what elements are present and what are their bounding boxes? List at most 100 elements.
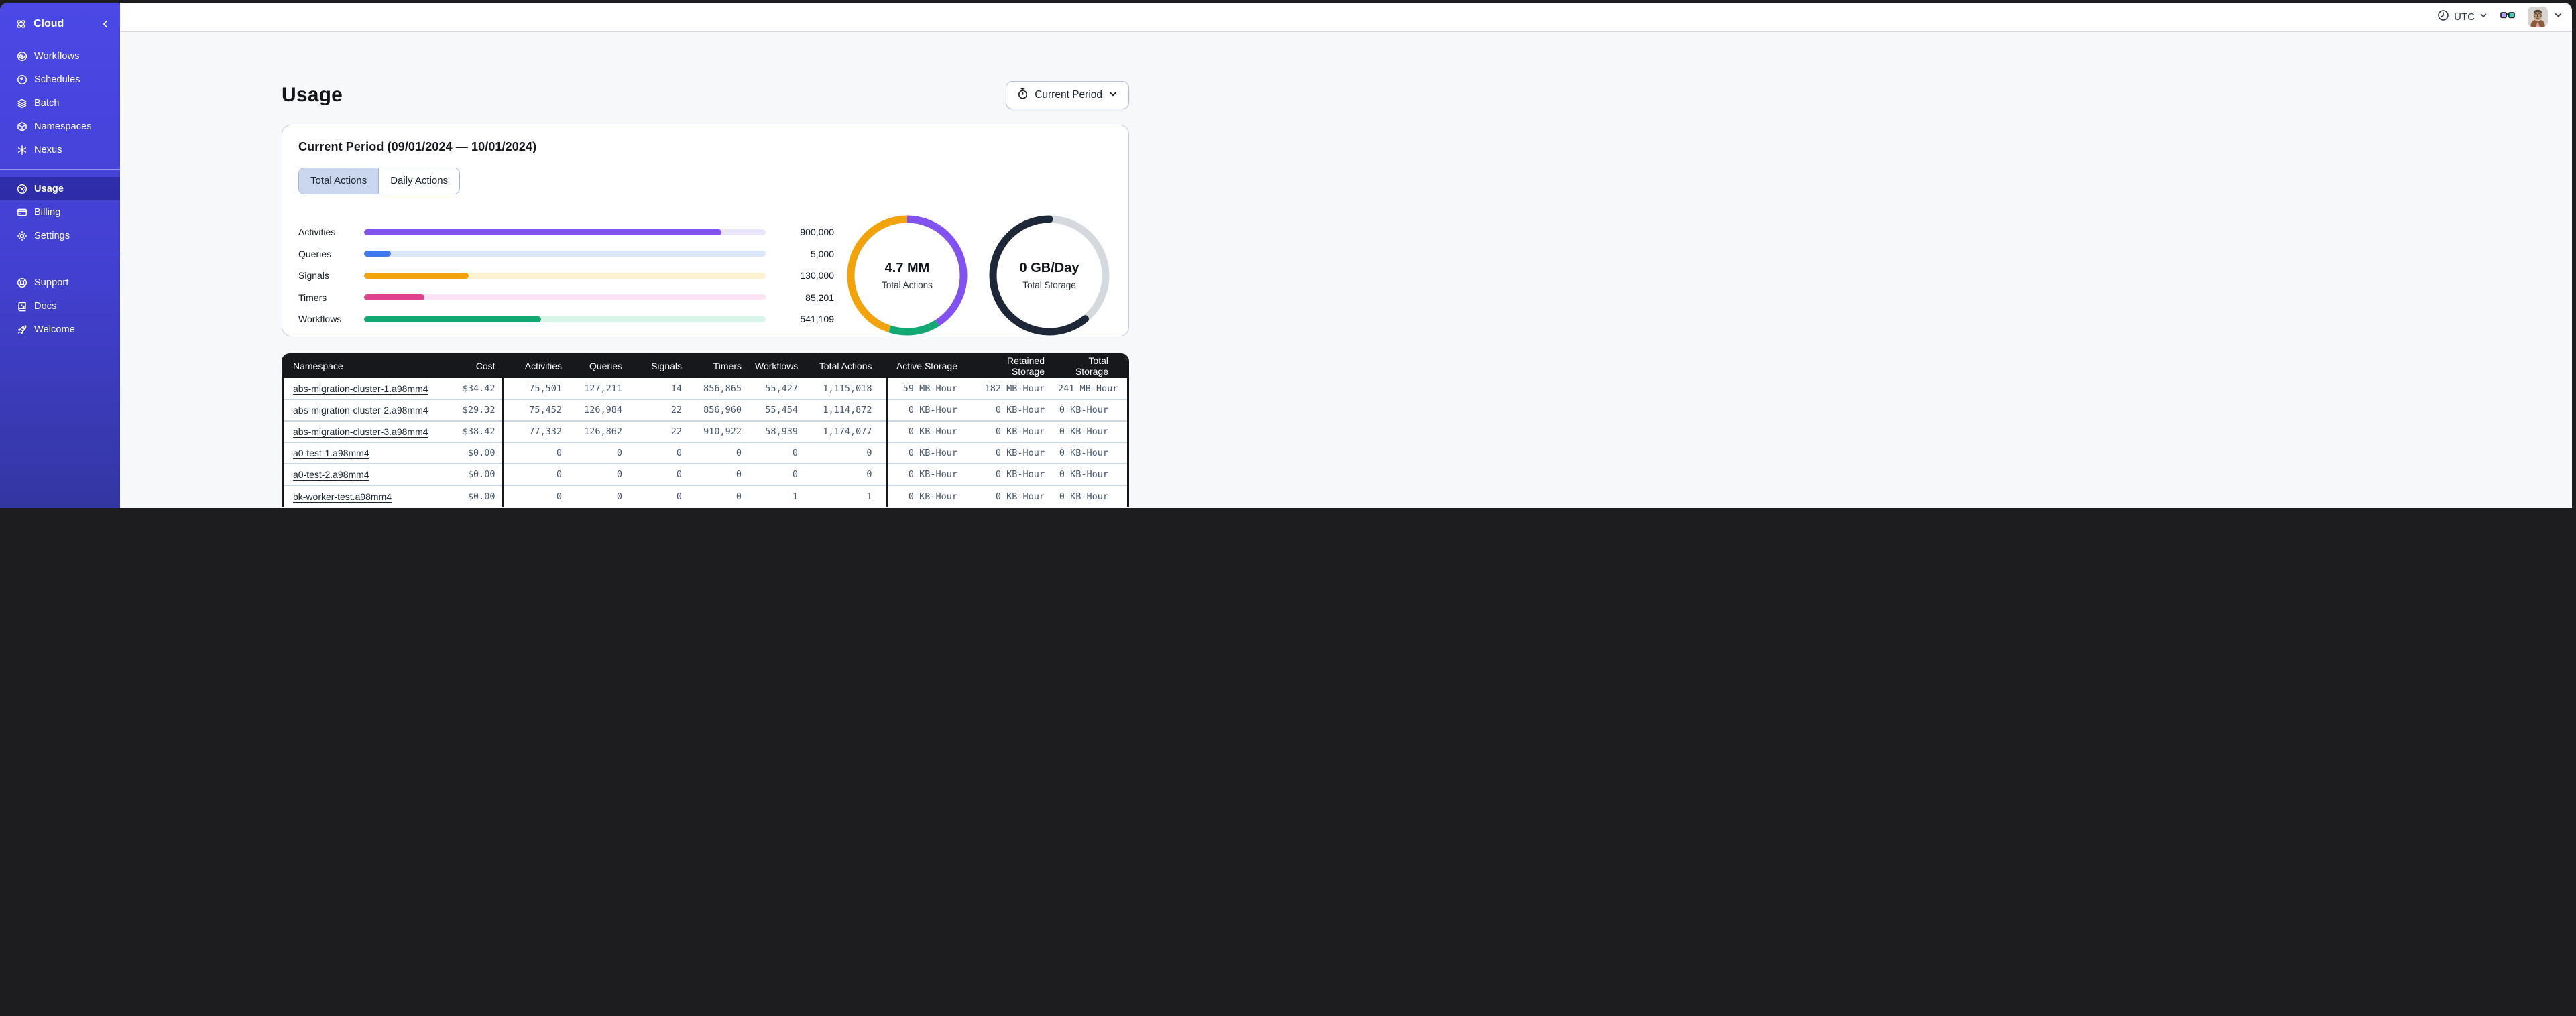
table-cell: $34.42 bbox=[455, 378, 504, 399]
batch-icon bbox=[16, 98, 27, 109]
current-period-card: Current Period (09/01/2024 — 10/01/2024)… bbox=[282, 125, 1129, 336]
collapse-sidebar-icon[interactable] bbox=[99, 19, 111, 29]
sidebar-item-label: Namespaces bbox=[34, 121, 92, 132]
glasses-icon bbox=[2500, 9, 2516, 25]
chart-row: Activities 900,000 Queries 5,000 Signals 130,… bbox=[298, 212, 1112, 339]
table-cell: 0 bbox=[689, 442, 748, 464]
table-cell: 0 KB-Hour bbox=[1051, 442, 1127, 464]
table-row: a0-test-1.a98mm4 $0.00 0 0 0 0 0 0 0 KB-Hour 0 KB… bbox=[284, 442, 1127, 464]
table-cell: 1 bbox=[748, 485, 805, 507]
table-cell: 75,501 bbox=[503, 378, 569, 399]
chevron-down-icon bbox=[1108, 89, 1118, 102]
column-header-active-storage: Active Storage bbox=[886, 353, 965, 378]
table-cell: 241 MB-Hour bbox=[1051, 378, 1127, 399]
feedback-glasses-button[interactable] bbox=[2500, 9, 2516, 25]
table-cell: $29.32 bbox=[455, 399, 504, 421]
table-cell: 0 bbox=[689, 485, 748, 507]
page-head: Usage Current Period bbox=[282, 79, 1129, 111]
sidebar-item-docs[interactable]: Docs bbox=[0, 294, 120, 318]
settings-gear-icon bbox=[16, 231, 27, 241]
table-cell: 0 bbox=[629, 463, 689, 485]
sidebar-item-usage[interactable]: Usage bbox=[0, 177, 120, 200]
schedules-icon bbox=[16, 74, 27, 85]
sidebar-item-batch[interactable]: Batch bbox=[0, 91, 120, 115]
sidebar-account-group: Usage Billing Settings bbox=[0, 169, 120, 255]
table-cell: 22 bbox=[629, 399, 689, 421]
timezone-selector[interactable]: UTC bbox=[2437, 9, 2487, 25]
topbar: UTC bbox=[120, 3, 2572, 32]
sidebar-item-settings[interactable]: Settings bbox=[0, 224, 120, 247]
sidebar-item-label: Settings bbox=[34, 230, 70, 241]
sidebar-item-nexus[interactable]: Nexus bbox=[0, 138, 120, 162]
namespace-cell: a0-test-1.a98mm4 bbox=[284, 442, 455, 464]
bar-value: 130,000 bbox=[800, 270, 834, 281]
namespace-link[interactable]: bk-worker-test.a98mm4 bbox=[293, 491, 392, 502]
bar-value: 5,000 bbox=[810, 248, 834, 259]
temporal-logo-icon bbox=[15, 18, 27, 30]
bar-value: 541,109 bbox=[800, 314, 834, 324]
sidebar-item-label: Schedules bbox=[34, 74, 80, 85]
sidebar-item-billing[interactable]: Billing bbox=[0, 200, 120, 224]
column-header-activities: Activities bbox=[503, 353, 569, 378]
main-area: UTC Usage Current Period Current Period … bbox=[120, 3, 2572, 508]
namespace-cell: abs-migration-cluster-3.a98mm4 bbox=[284, 420, 455, 442]
bar-label: Signals bbox=[298, 270, 329, 281]
sidebar-item-label: Workflows bbox=[34, 50, 80, 62]
actions-bar-chart: Activities 900,000 Queries 5,000 Signals 130,… bbox=[298, 221, 834, 330]
table-cell: 58,939 bbox=[748, 420, 805, 442]
table-cell: 0 KB-Hour bbox=[965, 442, 1051, 464]
sidebar-item-support[interactable]: Support bbox=[0, 271, 120, 294]
table-cell: 55,454 bbox=[748, 399, 805, 421]
donut-label: Total Storage bbox=[1022, 280, 1076, 290]
sidebar-item-namespaces[interactable]: Namespaces bbox=[0, 115, 120, 138]
table-cell: 0 KB-Hour bbox=[1051, 420, 1127, 442]
column-header-queries: Queries bbox=[569, 353, 629, 378]
workflows-icon bbox=[16, 51, 27, 62]
table-cell: 0 bbox=[569, 485, 629, 507]
table-cell: 0 KB-Hour bbox=[886, 420, 965, 442]
bar-row-queries: Queries 5,000 bbox=[298, 243, 834, 265]
namespace-link[interactable]: a0-test-1.a98mm4 bbox=[293, 448, 369, 458]
chevron-down-icon bbox=[2479, 11, 2487, 23]
table-cell: 0 KB-Hour bbox=[965, 420, 1051, 442]
usage-table-header-row: Namespace Cost Activities Queries Signals Tim… bbox=[284, 353, 1127, 378]
table-cell: 0 bbox=[569, 463, 629, 485]
table-cell: 0 KB-Hour bbox=[965, 463, 1051, 485]
period-selector-button[interactable]: Current Period bbox=[1006, 81, 1129, 109]
billing-card-icon bbox=[16, 207, 27, 218]
sidebar-item-schedules[interactable]: Schedules bbox=[0, 68, 120, 91]
table-cell: 856,960 bbox=[689, 399, 748, 421]
bar-fill bbox=[364, 229, 722, 235]
table-cell: 0 bbox=[689, 463, 748, 485]
bar-value: 85,201 bbox=[805, 292, 834, 303]
column-header-workflows: Workflows bbox=[748, 353, 805, 378]
bar-track bbox=[364, 316, 766, 322]
sidebar-item-workflows[interactable]: Workflows bbox=[0, 44, 120, 68]
namespace-link[interactable]: abs-migration-cluster-3.a98mm4 bbox=[293, 426, 428, 437]
table-cell: 1 bbox=[805, 485, 888, 507]
sidebar-item-label: Billing bbox=[34, 206, 61, 218]
bar-label: Workflows bbox=[298, 314, 342, 324]
tab-daily-actions[interactable]: Daily Actions bbox=[378, 168, 460, 194]
avatar bbox=[2528, 7, 2548, 27]
table-cell: 0 bbox=[569, 442, 629, 464]
account-menu[interactable] bbox=[2528, 7, 2563, 27]
table-cell: 182 MB-Hour bbox=[965, 378, 1051, 399]
column-header-signals: Signals bbox=[629, 353, 689, 378]
namespace-cell: a0-test-2.a98mm4 bbox=[284, 463, 455, 485]
namespace-usage-table: Namespace Cost Activities Queries Signals Tim… bbox=[282, 353, 1129, 507]
namespace-link[interactable]: a0-test-2.a98mm4 bbox=[293, 469, 369, 480]
welcome-rocket-icon bbox=[16, 324, 27, 335]
table-cell: 126,862 bbox=[569, 420, 629, 442]
table-cell: 910,922 bbox=[689, 420, 748, 442]
column-header-retained-storage: Retained Storage bbox=[965, 353, 1051, 378]
table-cell: 0 KB-Hour bbox=[1051, 485, 1127, 507]
namespace-link[interactable]: abs-migration-cluster-2.a98mm4 bbox=[293, 405, 428, 416]
bar-track bbox=[364, 294, 766, 300]
table-cell: 0 KB-Hour bbox=[886, 442, 965, 464]
namespace-link[interactable]: abs-migration-cluster-1.a98mm4 bbox=[293, 383, 428, 394]
page-title: Usage bbox=[282, 84, 343, 106]
bar-label: Queries bbox=[298, 248, 332, 259]
tab-total-actions[interactable]: Total Actions bbox=[299, 168, 379, 194]
sidebar-item-welcome[interactable]: Welcome bbox=[0, 318, 120, 341]
